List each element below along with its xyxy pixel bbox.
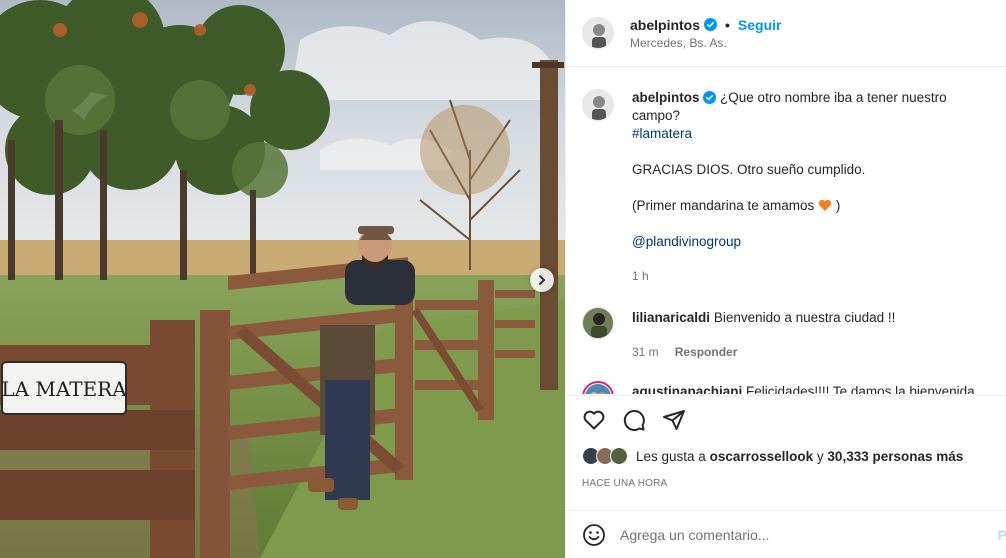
caption-avatar[interactable] (582, 89, 614, 121)
comments-list[interactable]: abelpintos ¿Que otro nombre iba a tener … (566, 67, 1006, 394)
liker-avatars (582, 447, 628, 465)
author-username[interactable]: abelpintos (630, 17, 700, 33)
post-photo[interactable]: LA MATERA (0, 0, 565, 558)
caption-mention[interactable]: @plandivinogroup (632, 234, 741, 249)
caption-hashtag[interactable]: #lamatera (632, 126, 692, 141)
separator-dot: • (725, 16, 730, 33)
comment-bubble-icon[interactable] (622, 408, 646, 432)
comment-username[interactable]: lilianaricaldi (632, 310, 710, 325)
caption-para2: GRACIAS DIOS. Otro sueño cumplido. (632, 162, 866, 177)
heart-icon[interactable] (582, 408, 606, 432)
caption-username[interactable]: abelpintos (632, 90, 700, 105)
add-comment-bar: P (566, 510, 1006, 558)
post-location[interactable]: Mercedes, Bs. As. (630, 36, 782, 50)
instagram-post-view: LA MATERA abelpintos • Seguir Mercedes, … (0, 0, 1006, 558)
orange-heart-emoji (818, 199, 832, 211)
comment-time[interactable]: 31 m (632, 343, 659, 361)
carousel-next-button[interactable] (530, 268, 554, 292)
post-header: abelpintos • Seguir Mercedes, Bs. As. (566, 0, 1006, 67)
likes-user[interactable]: oscarrossellook (710, 449, 814, 464)
verified-badge-icon (703, 91, 717, 104)
comment-text: Bienvenido a nuestra ciudad !! (713, 310, 896, 325)
sign-text: LA MATERA (1, 377, 127, 401)
likes-summary[interactable]: Les gusta a oscarrossellook y 30,333 per… (566, 432, 1006, 465)
post-caption: abelpintos ¿Que otro nombre iba a tener … (566, 67, 1006, 285)
publish-button[interactable]: P (998, 527, 1006, 543)
comment-input[interactable] (620, 526, 960, 543)
author-avatar[interactable] (582, 17, 614, 49)
reply-button[interactable]: Responder (675, 343, 738, 361)
caption-time[interactable]: 1 h (632, 267, 991, 285)
farm-gate-photo: LA MATERA (0, 0, 565, 558)
comment-item: lilianaricaldi Bienvenido a nuestra ciud… (566, 307, 1006, 361)
emoji-smile-icon[interactable] (582, 523, 606, 547)
commenter-avatar-story-ring[interactable] (582, 381, 614, 394)
likes-connector: y (816, 448, 824, 464)
likes-prefix: Les gusta a (636, 448, 706, 464)
follow-button[interactable]: Seguir (738, 17, 782, 33)
caption-para3: (Primer mandarina te amamos ) (632, 198, 841, 213)
comment-username[interactable]: agustinapachiani (632, 384, 742, 394)
post-side-panel: abelpintos • Seguir Mercedes, Bs. As. ab… (565, 0, 1006, 558)
post-timestamp[interactable]: HACE UNA HORA (566, 465, 1006, 489)
likes-count[interactable]: 30,333 personas más (827, 449, 963, 464)
comment-item: agustinapachiani Felicidades!!!! Te damo… (566, 381, 1006, 394)
chevron-right-icon (539, 275, 546, 285)
verified-badge-icon (704, 18, 718, 31)
commenter-avatar[interactable] (582, 307, 614, 339)
post-actions: Les gusta a oscarrossellook y 30,333 per… (566, 395, 1006, 510)
paper-plane-icon[interactable] (662, 408, 686, 432)
